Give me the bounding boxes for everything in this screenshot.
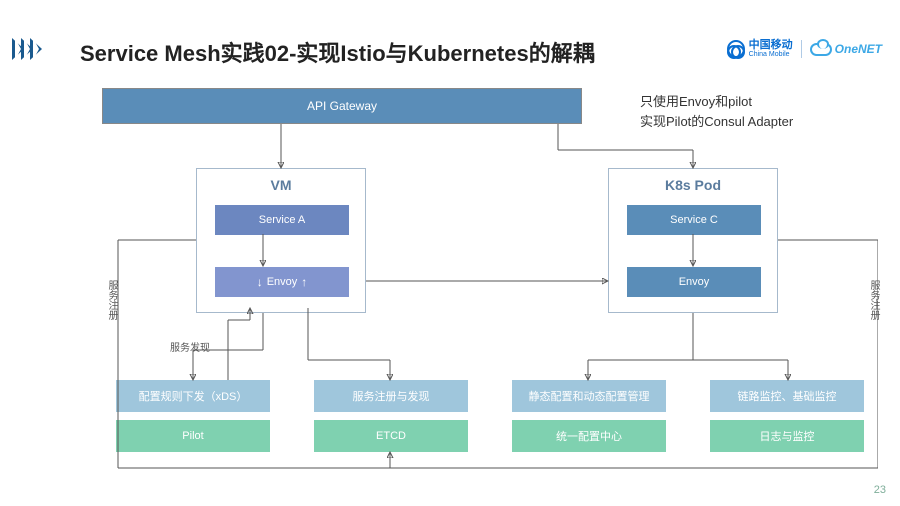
slide-title: Service Mesh实践02-实现Istio与Kubernetes的解耦: [80, 36, 595, 68]
china-mobile-cn: 中国移动: [749, 40, 793, 51]
arrow-down-icon: ↓: [257, 275, 263, 289]
service-registry-box: 服务注册与发现: [314, 380, 468, 412]
service-c-box: Service C: [627, 205, 761, 235]
page-number: 23: [874, 484, 886, 496]
etcd-box: ETCD: [314, 420, 468, 452]
envoy-a-box: ↓ Envoy ↑: [215, 267, 349, 297]
vm-container: VM Service A ↓ Envoy ↑: [196, 168, 366, 313]
config-center-box: 统一配置中心: [512, 420, 666, 452]
monitoring-box: 链路监控、基础监控: [710, 380, 864, 412]
vm-title: VM: [197, 177, 365, 193]
service-a-box: Service A: [215, 205, 349, 235]
k8s-title: K8s Pod: [609, 177, 777, 193]
onenet-logo: OneNET: [810, 42, 882, 56]
service-register-left-label: 服务注册: [104, 280, 119, 320]
header-logos: 中国移动 China Mobile OneNET: [727, 40, 882, 58]
pilot-box: Pilot: [116, 420, 270, 452]
service-discovery-label: 服务发现: [170, 339, 210, 354]
xds-box: 配置规则下发（xDS）: [116, 380, 270, 412]
api-gateway-box: API Gateway: [102, 88, 582, 124]
onenet-text: OneNET: [835, 42, 882, 56]
diagram-canvas: API Gateway VM Service A ↓ Envoy ↑ K8s P…: [78, 80, 878, 480]
k8s-container: K8s Pod Service C Envoy: [608, 168, 778, 313]
logo-divider: [801, 40, 802, 58]
service-register-right-label: 服务注册: [866, 280, 881, 320]
china-mobile-icon: [727, 40, 745, 58]
china-mobile-en: China Mobile: [749, 51, 793, 58]
slide-header: Service Mesh实践02-实现Istio与Kubernetes的解耦 中…: [0, 18, 900, 58]
envoy-a-label: Envoy: [267, 276, 298, 288]
china-mobile-logo: 中国移动 China Mobile: [727, 40, 793, 58]
arrow-up-icon: ↑: [301, 275, 307, 289]
cloud-icon: [810, 43, 832, 56]
config-mgmt-box: 静态配置和动态配置管理: [512, 380, 666, 412]
log-monitor-box: 日志与监控: [710, 420, 864, 452]
envoy-c-box: Envoy: [627, 267, 761, 297]
chevron-icon: [12, 38, 39, 60]
